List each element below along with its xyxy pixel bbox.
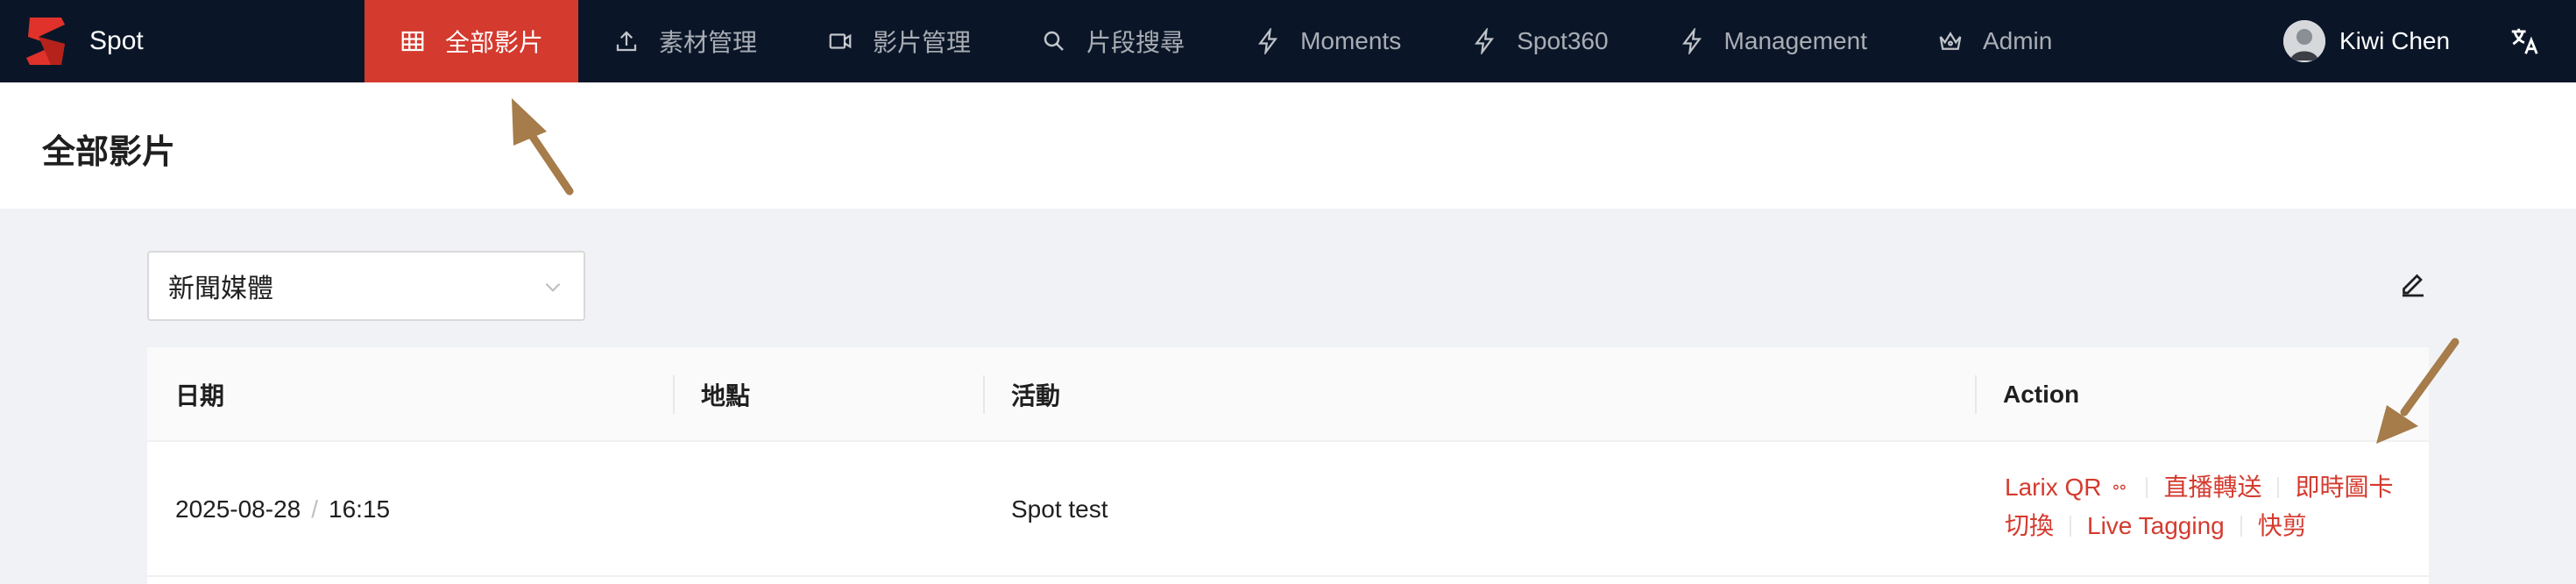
spot-logo-icon xyxy=(26,12,68,70)
nav-item-label: Admin xyxy=(1982,27,2053,54)
language-icon[interactable] xyxy=(2508,25,2541,58)
lightning-icon xyxy=(1255,28,1281,54)
user-menu[interactable]: Kiwi Chen xyxy=(2283,0,2450,82)
live-relay-link[interactable]: 直播轉送 xyxy=(2163,474,2261,501)
action-divider xyxy=(2070,516,2072,537)
nav-item-all-videos[interactable]: 全部影片 xyxy=(364,0,579,82)
date-cell: 2025-08-28 / 16:15 xyxy=(147,442,390,577)
table-icon xyxy=(400,28,426,54)
time-value: 16:15 xyxy=(329,495,391,523)
crown-icon xyxy=(1937,28,1964,54)
upload-icon xyxy=(613,28,640,54)
videos-table: 日期 地點 活動 Action 2025-08-28 / 16:15 Spot … xyxy=(147,347,2429,584)
action-divider xyxy=(2240,516,2242,537)
nav-item-admin[interactable]: Admin xyxy=(1902,0,2087,82)
larix-qr-link[interactable]: Larix QR 𐄚 xyxy=(2005,474,2130,501)
edit-icon[interactable] xyxy=(2397,267,2429,298)
search-icon xyxy=(1041,28,1067,54)
top-navigation-bar: Spot 全部影片 素材管理 影片管理 片段搜尋 Moments Spot360… xyxy=(0,0,2576,82)
category-select[interactable]: 新聞媒體 xyxy=(147,251,585,321)
chevron-down-icon xyxy=(541,275,564,298)
video-icon xyxy=(827,28,853,54)
nav-item-management[interactable]: Management xyxy=(1644,0,1902,82)
date-value: 2025-08-28 xyxy=(175,495,301,523)
nav-item-label: Management xyxy=(1723,27,1867,54)
nav-item-label: 片段搜尋 xyxy=(1086,29,1185,56)
nav-item-spot360[interactable]: Spot360 xyxy=(1436,0,1643,82)
lightning-icon xyxy=(1679,28,1705,54)
nav-item-moments[interactable]: Moments xyxy=(1220,0,1436,82)
page-title: 全部影片 xyxy=(42,134,176,171)
date-time-separator: / xyxy=(311,495,319,523)
nav-item-clip-search[interactable]: 片段搜尋 xyxy=(1006,0,1220,82)
live-tagging-link[interactable]: Live Tagging xyxy=(2087,512,2225,539)
nav-item-label: Moments xyxy=(1300,27,1402,54)
table-header: 日期 地點 活動 Action xyxy=(147,347,2429,442)
lightning-icon xyxy=(1471,28,1497,54)
action-divider xyxy=(2277,477,2280,498)
nav-item-label: 素材管理 xyxy=(659,29,758,56)
action-divider xyxy=(2146,477,2148,498)
table-row[interactable]: 2025-08-28 / 16:15 Spot test Larix QR 𐄚 直… xyxy=(147,442,2429,577)
quick-cut-link[interactable]: 快剪 xyxy=(2258,512,2307,539)
event-cell: Spot test xyxy=(1011,495,1108,523)
avatar xyxy=(2283,20,2325,62)
category-select-value: 新聞媒體 xyxy=(168,274,273,303)
column-header-location[interactable]: 地點 xyxy=(673,347,750,442)
app-name: Spot xyxy=(89,26,144,55)
nav-item-label: 全部影片 xyxy=(445,29,544,56)
main-nav: 全部影片 素材管理 影片管理 片段搜尋 Moments Spot360 Mana… xyxy=(364,0,2087,82)
page-header: 全部影片 xyxy=(0,82,2576,209)
user-name: Kiwi Chen xyxy=(2339,27,2451,54)
column-header-action: Action xyxy=(2003,381,2080,408)
nav-item-label: Spot360 xyxy=(1517,27,1609,54)
nav-item-label: 影片管理 xyxy=(873,29,972,56)
brand[interactable]: Spot xyxy=(0,0,364,82)
column-header-date[interactable]: 日期 xyxy=(147,347,224,442)
action-links: Larix QR 𐄚 直播轉送 即時圖卡切換 Live Tagging 快剪 xyxy=(2005,468,2408,545)
column-header-event[interactable]: 活動 xyxy=(983,347,1060,442)
nav-item-assets[interactable]: 素材管理 xyxy=(578,0,792,82)
location-cell xyxy=(673,442,701,577)
nav-item-video-management[interactable]: 影片管理 xyxy=(792,0,1006,82)
